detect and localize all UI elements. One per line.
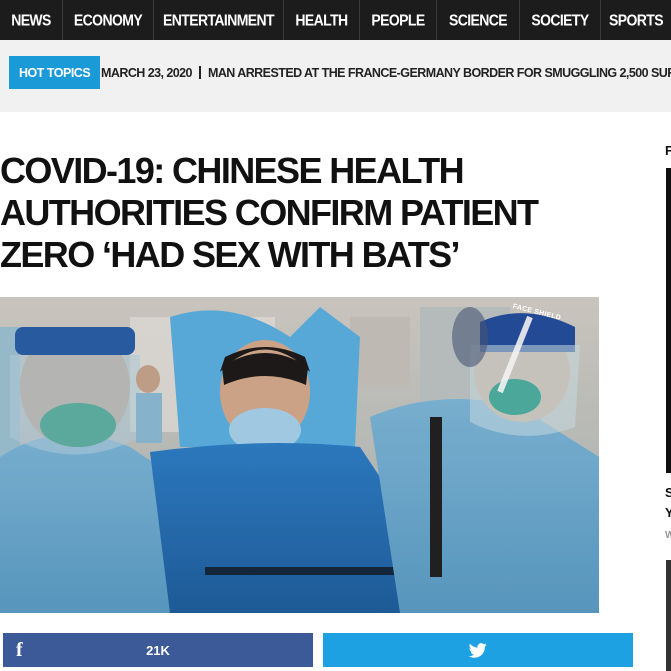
hot-topics-badge[interactable]: HOT TOPICS (9, 56, 101, 89)
hot-topic-date: MARCH 23, 2020 (101, 65, 193, 80)
hospital-scene-illustration (0, 297, 599, 613)
nav-item-sports[interactable]: SPORTS (601, 0, 671, 42)
sidebar-image-edge (666, 560, 671, 671)
article-photo: FACE SHIELD (0, 297, 599, 613)
nav-item-health[interactable]: HEALTH (284, 0, 360, 43)
sidebar-title-fragment: Y (665, 505, 671, 520)
nav-item-science[interactable]: SCIENCE (437, 0, 520, 43)
article-headline: COVID-19: CHINESE HEALTH AUTHORITIES CON… (0, 150, 539, 275)
ticker-separator (198, 66, 201, 79)
sidebar-meta-fragment: W (665, 530, 671, 541)
nav-item-people[interactable]: PEOPLE (360, 0, 437, 43)
twitter-share-button[interactable] (323, 633, 633, 667)
sidebar-image-edge (666, 168, 671, 473)
hot-topics-bar: HOT TOPICS MARCH 23, 2020 MAN ARRESTED A… (0, 40, 671, 112)
sidebar-heading-fragment: F (665, 143, 671, 158)
nav-item-society[interactable]: SOCIETY (520, 0, 601, 43)
nav-item-entertainment[interactable]: ENTERTAINMENT (154, 0, 284, 43)
hot-topic-headline-link[interactable]: MAN ARRESTED AT THE FRANCE-GERMANY BORDE… (208, 66, 671, 80)
top-nav: NEWS ECONOMY ENTERTAINMENT HEALTH PEOPLE SCIE… (0, 0, 671, 43)
nav-item-economy[interactable]: ECONOMY (63, 0, 154, 43)
twitter-bird-icon (469, 642, 487, 658)
facebook-share-count: 21K (146, 642, 170, 658)
hot-topics-ticker[interactable]: MARCH 23, 2020 MAN ARRESTED AT THE FRANC… (101, 56, 671, 89)
sidebar-title-fragment: S (665, 485, 671, 500)
facebook-share-button[interactable]: f 21K (3, 633, 313, 667)
nav-item-news[interactable]: NEWS (0, 0, 63, 43)
